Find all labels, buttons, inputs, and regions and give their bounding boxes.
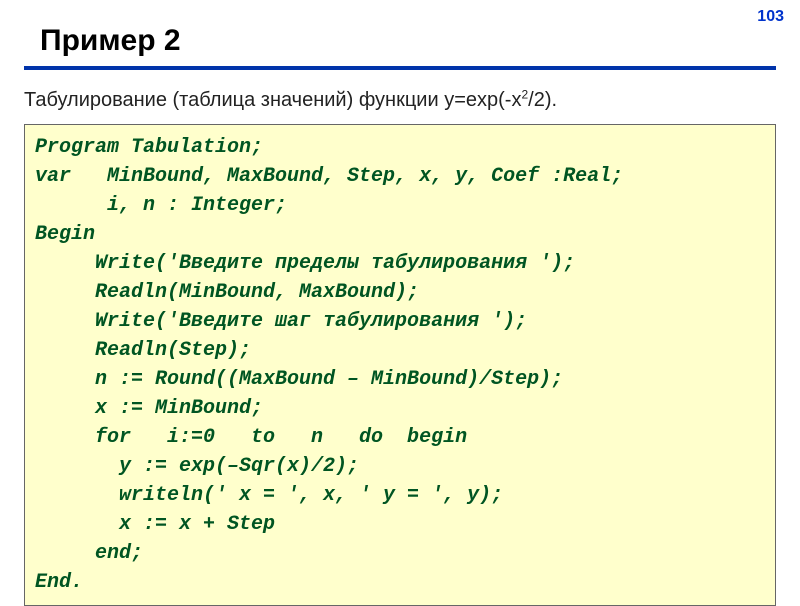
slide-subtitle: Табулирование (таблица значений) функции…: [24, 86, 776, 114]
subtitle-post: /2).: [528, 89, 557, 111]
slide-title: Пример 2: [24, 24, 776, 70]
slide-content: Пример 2 Табулирование (таблица значений…: [0, 0, 800, 606]
page-number: 103: [757, 8, 784, 26]
subtitle-pre: Табулирование (таблица значений) функции…: [24, 89, 521, 111]
code-block: Program Tabulation; var MinBound, MaxBou…: [24, 124, 776, 606]
